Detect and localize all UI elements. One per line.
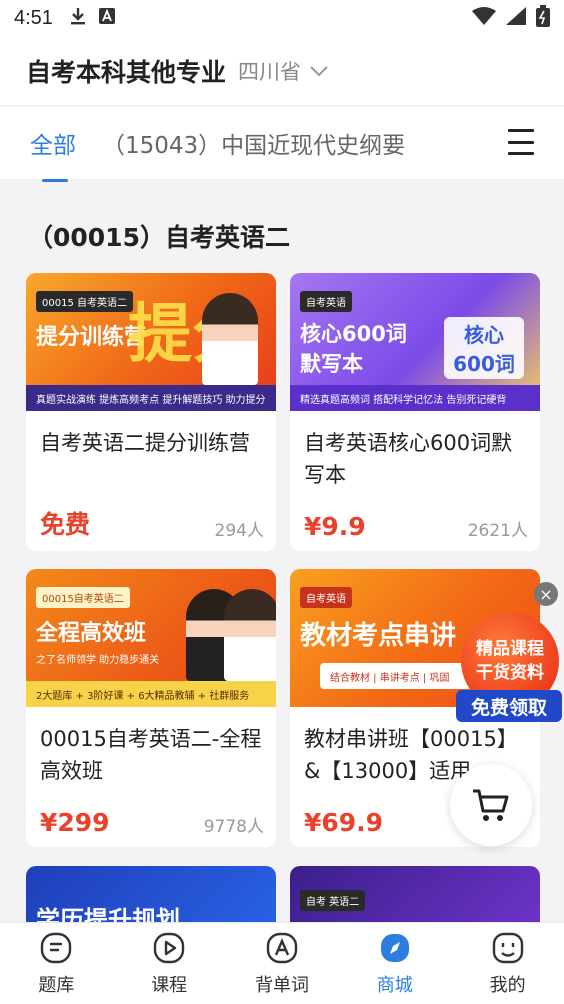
course-banner: 00015 自考英语二 提分训练营 提分 真题实战演练 提炼高频考点 提升解题技…: [26, 273, 276, 411]
nav-courses[interactable]: 课程: [113, 923, 226, 1004]
profile-icon: [492, 932, 523, 963]
course-banner: 00015自考英语二 全程高效班 之了名师领学 助力稳步通关 2大题库 + 3阶…: [26, 569, 276, 707]
cart-button[interactable]: [450, 764, 532, 846]
course-price: ¥69.9: [304, 808, 384, 837]
question-bank-icon: [41, 932, 72, 963]
signal-icon: [506, 7, 526, 29]
bottom-nav: 题库 课程 背单词 商城 我的: [0, 922, 564, 1004]
course-price: ¥299: [40, 808, 110, 837]
ad-close-button[interactable]: ×: [534, 582, 558, 606]
banner-headline: 核心600词 默写本: [300, 322, 407, 376]
menu-icon[interactable]: [508, 129, 534, 155]
section-title: （00015）自考英语二: [28, 223, 290, 252]
course-card[interactable]: 00015 自考英语二 提分训练营 提分 真题实战演练 提炼高频考点 提升解题技…: [26, 273, 276, 551]
banner-subtitle: 之了名师领学 助力稳步通关: [36, 655, 160, 666]
banner-strip: 精选真题高频词 搭配科学记忆法 告别死记硬背: [290, 385, 540, 411]
nav-label: 商城: [376, 974, 413, 996]
nav-label: 我的: [489, 974, 526, 996]
course-title: 自考英语二提分训练营: [40, 431, 250, 455]
category-tabs: 全部 （15043）中国近现代史纲要: [0, 107, 564, 182]
nav-label: 题库: [38, 974, 75, 996]
banner-strip: 2大题库 + 3阶好课 + 6大精品教辅 + 社群服务: [26, 681, 276, 707]
enroll-count: 2621人: [467, 521, 528, 541]
banner-tag: 00015自考英语二: [36, 587, 130, 608]
course-card[interactable]: 自考英语 核心600词 默写本 核心600词 精选真题高频词 搭配科学记忆法 告…: [290, 273, 540, 551]
page-title: 自考本科其他专业: [26, 57, 227, 87]
download-icon: [69, 6, 87, 30]
app-notification-icon: [98, 8, 115, 28]
course-price: 免费: [40, 510, 91, 539]
compass-mall-icon: [380, 933, 409, 962]
tab-all[interactable]: 全部: [30, 126, 76, 182]
region-label: 四川省: [238, 59, 302, 84]
nav-mall[interactable]: 商城: [338, 923, 451, 1004]
play-course-icon: [153, 932, 185, 963]
banner-tag: 自考 英语二: [300, 890, 366, 911]
banner-book-cover: 核心600词: [444, 317, 524, 379]
free-claim-button[interactable]: 免费领取: [456, 690, 562, 722]
vocabulary-icon: [266, 932, 298, 963]
banner-tag: 自考英语: [300, 291, 352, 312]
nav-profile[interactable]: 我的: [451, 923, 564, 1004]
course-card[interactable]: 00015自考英语二 全程高效班 之了名师领学 助力稳步通关 2大题库 + 3阶…: [26, 569, 276, 847]
chevron-down-icon: [310, 65, 328, 76]
banner-tag: 自考英语: [300, 587, 352, 608]
banner-headline: 教材考点串讲: [300, 621, 457, 651]
enroll-count: 9778人: [203, 817, 264, 837]
course-title: 00015自考英语二-全程高效班: [40, 727, 262, 783]
teacher-photo: [202, 293, 258, 385]
wifi-icon: [472, 7, 496, 29]
banner-strip: 真题实战演练 提炼高频考点 提升解题技巧 助力提分: [26, 385, 276, 411]
tab-15043[interactable]: （15043）中国近现代史纲要: [102, 126, 405, 160]
nav-label: 课程: [151, 974, 188, 996]
course-title: 自考英语核心600词默写本: [304, 431, 513, 487]
status-time: 4:51: [14, 6, 53, 29]
status-bar: 4:51: [0, 0, 564, 36]
cart-icon: [473, 789, 509, 821]
promo-line-2: 干货资料: [476, 663, 544, 683]
nav-label: 背单词: [254, 974, 309, 996]
banner-headline: 全程高效班: [36, 621, 147, 646]
promo-line-1: 精品课程: [476, 639, 544, 659]
teacher-photo: [224, 589, 276, 681]
course-price: ¥9.9: [304, 512, 366, 541]
battery-icon: [536, 5, 550, 31]
nav-vocabulary[interactable]: 背单词: [226, 923, 339, 1004]
course-banner: 自考英语 核心600词 默写本 核心600词 精选真题高频词 搭配科学记忆法 告…: [290, 273, 540, 411]
enroll-count: 294人: [214, 521, 264, 541]
nav-question-bank[interactable]: 题库: [0, 923, 113, 1004]
banner-tag: 00015 自考英语二: [36, 291, 133, 312]
region-selector[interactable]: 四川省: [238, 56, 329, 86]
page-header: 自考本科其他专业 四川省: [0, 36, 564, 106]
